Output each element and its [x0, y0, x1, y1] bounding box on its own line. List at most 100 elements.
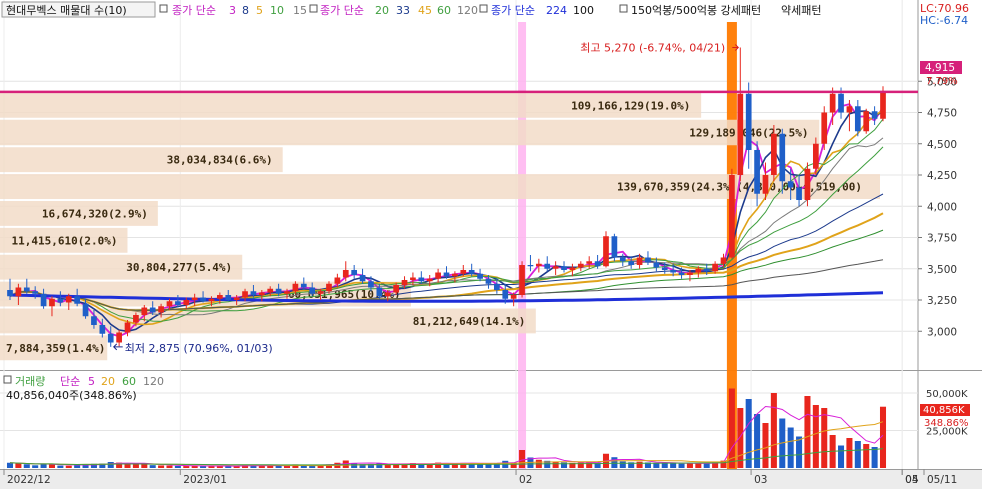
- volume-profile-label: 30,804,277(5.4%): [126, 261, 232, 274]
- volume-profile-label: 38,034,834(6.6%): [167, 154, 273, 167]
- volume-current-pct: 348.86%: [924, 418, 969, 429]
- time-axis-label: 05/11: [927, 474, 957, 486]
- candle-body: [183, 300, 190, 305]
- candle-body: [670, 270, 676, 273]
- volume-bar: [149, 465, 156, 468]
- candle-body: [309, 287, 316, 294]
- candle-body: [552, 266, 559, 269]
- candle-body: [32, 291, 39, 294]
- candlestick-chart[interactable]: 109,166,129(19.0%)129,189,046(22.5%)38,0…: [0, 0, 982, 489]
- candle-body: [384, 292, 391, 297]
- candle-body: [619, 257, 626, 262]
- volume-bar: [728, 388, 735, 468]
- candle-body: [435, 272, 441, 279]
- volume-ma120: 120: [143, 375, 164, 388]
- candle-body: [871, 111, 878, 119]
- candle-body: [410, 277, 416, 280]
- candle-body: [821, 112, 828, 144]
- candle-body: [720, 257, 727, 264]
- candle-body: [502, 290, 509, 299]
- volume-bar: [107, 462, 114, 468]
- candle-body: [342, 270, 349, 278]
- time-axis-label: 02: [519, 474, 532, 486]
- candle-body: [242, 291, 248, 298]
- candle-body: [65, 296, 72, 303]
- ma60-period: 60: [437, 4, 451, 17]
- candle-body: [787, 181, 794, 188]
- candle-body: [594, 261, 601, 267]
- volume-bar: [787, 427, 794, 468]
- volume-bar: [183, 466, 190, 468]
- volume-bar: [174, 465, 181, 468]
- ma20-period: 20: [375, 4, 389, 17]
- current-price-label: 4,915: [925, 62, 955, 74]
- pattern-label: 150억봉/500억봉 강세패턴: [631, 4, 761, 17]
- volume-bar: [846, 438, 853, 468]
- candle-body: [812, 143, 819, 169]
- candle-body: [200, 297, 206, 302]
- volume-label: 거래량: [15, 375, 45, 388]
- volume-bar: [275, 465, 282, 468]
- candle-body: [527, 265, 534, 267]
- time-axis-area: [0, 469, 982, 489]
- candle-body: [636, 257, 643, 265]
- candle-body: [611, 236, 618, 258]
- ma15-period: 15: [293, 4, 307, 17]
- chart-window: 109,166,129(19.0%)129,189,046(22.5%)38,0…: [0, 0, 982, 489]
- candle-body: [535, 263, 542, 267]
- pattern-label-weak: 약세패턴: [781, 3, 821, 17]
- volume-ma-label: 단순: [60, 375, 80, 388]
- volume-bar: [166, 465, 173, 468]
- candle-body: [334, 277, 341, 284]
- candle-body: [519, 265, 525, 295]
- time-axis-label: 03: [754, 474, 767, 486]
- candle-body: [23, 287, 30, 292]
- candle-body: [796, 187, 802, 200]
- candle-body: [258, 292, 265, 295]
- volume-bar: [6, 462, 14, 468]
- candle-body: [217, 295, 223, 299]
- pattern-checkbox[interactable]: [619, 4, 628, 13]
- candle-body: [82, 303, 89, 317]
- time-axis-label: 05: [905, 474, 918, 486]
- candle-body: [166, 301, 173, 307]
- candle-body: [426, 278, 433, 282]
- candle-body: [569, 267, 576, 270]
- candle-body: [393, 285, 399, 293]
- volume-bar: [158, 465, 165, 468]
- candle-body: [645, 257, 651, 263]
- candle-body: [829, 93, 836, 113]
- volume-bar: [519, 450, 526, 468]
- price-tick-label: 3,250: [927, 295, 957, 307]
- candle-body: [485, 278, 492, 284]
- volume-profile-label: 81,212,649(14.1%): [413, 315, 526, 328]
- volume-bar: [141, 464, 148, 468]
- volume-ma60: 60: [122, 375, 136, 388]
- volume-bar: [703, 463, 710, 468]
- ma8-period: 8: [242, 4, 249, 17]
- volume-checkbox[interactable]: [3, 375, 12, 384]
- ma224-period: 224: [546, 4, 567, 17]
- ma-group-2-checkbox[interactable]: [309, 4, 318, 13]
- volume-bar: [57, 465, 64, 468]
- volume-tick-label: 50,000K: [926, 389, 968, 400]
- candle-body: [74, 296, 81, 304]
- volume-bar: [871, 447, 878, 468]
- candle-body: [754, 150, 760, 194]
- candle-body: [376, 287, 383, 297]
- ma10-period: 10: [270, 4, 284, 17]
- candle-body: [544, 263, 551, 269]
- volume-bar: [745, 399, 752, 468]
- volume-ma20: 20: [101, 375, 115, 388]
- volume-bar: [686, 463, 693, 468]
- candle-body: [494, 283, 500, 290]
- indicator-title: 현대무벡스 매물대 수(10): [6, 4, 127, 17]
- ma120-period: 120: [457, 4, 478, 17]
- candle-body: [15, 287, 22, 297]
- candle-body: [561, 266, 567, 270]
- candle-body: [133, 315, 139, 323]
- candle-body: [771, 133, 777, 175]
- ma-group-3-checkbox[interactable]: [479, 4, 488, 13]
- ma-group-1-checkbox[interactable]: [159, 4, 168, 13]
- candle-body: [477, 273, 483, 279]
